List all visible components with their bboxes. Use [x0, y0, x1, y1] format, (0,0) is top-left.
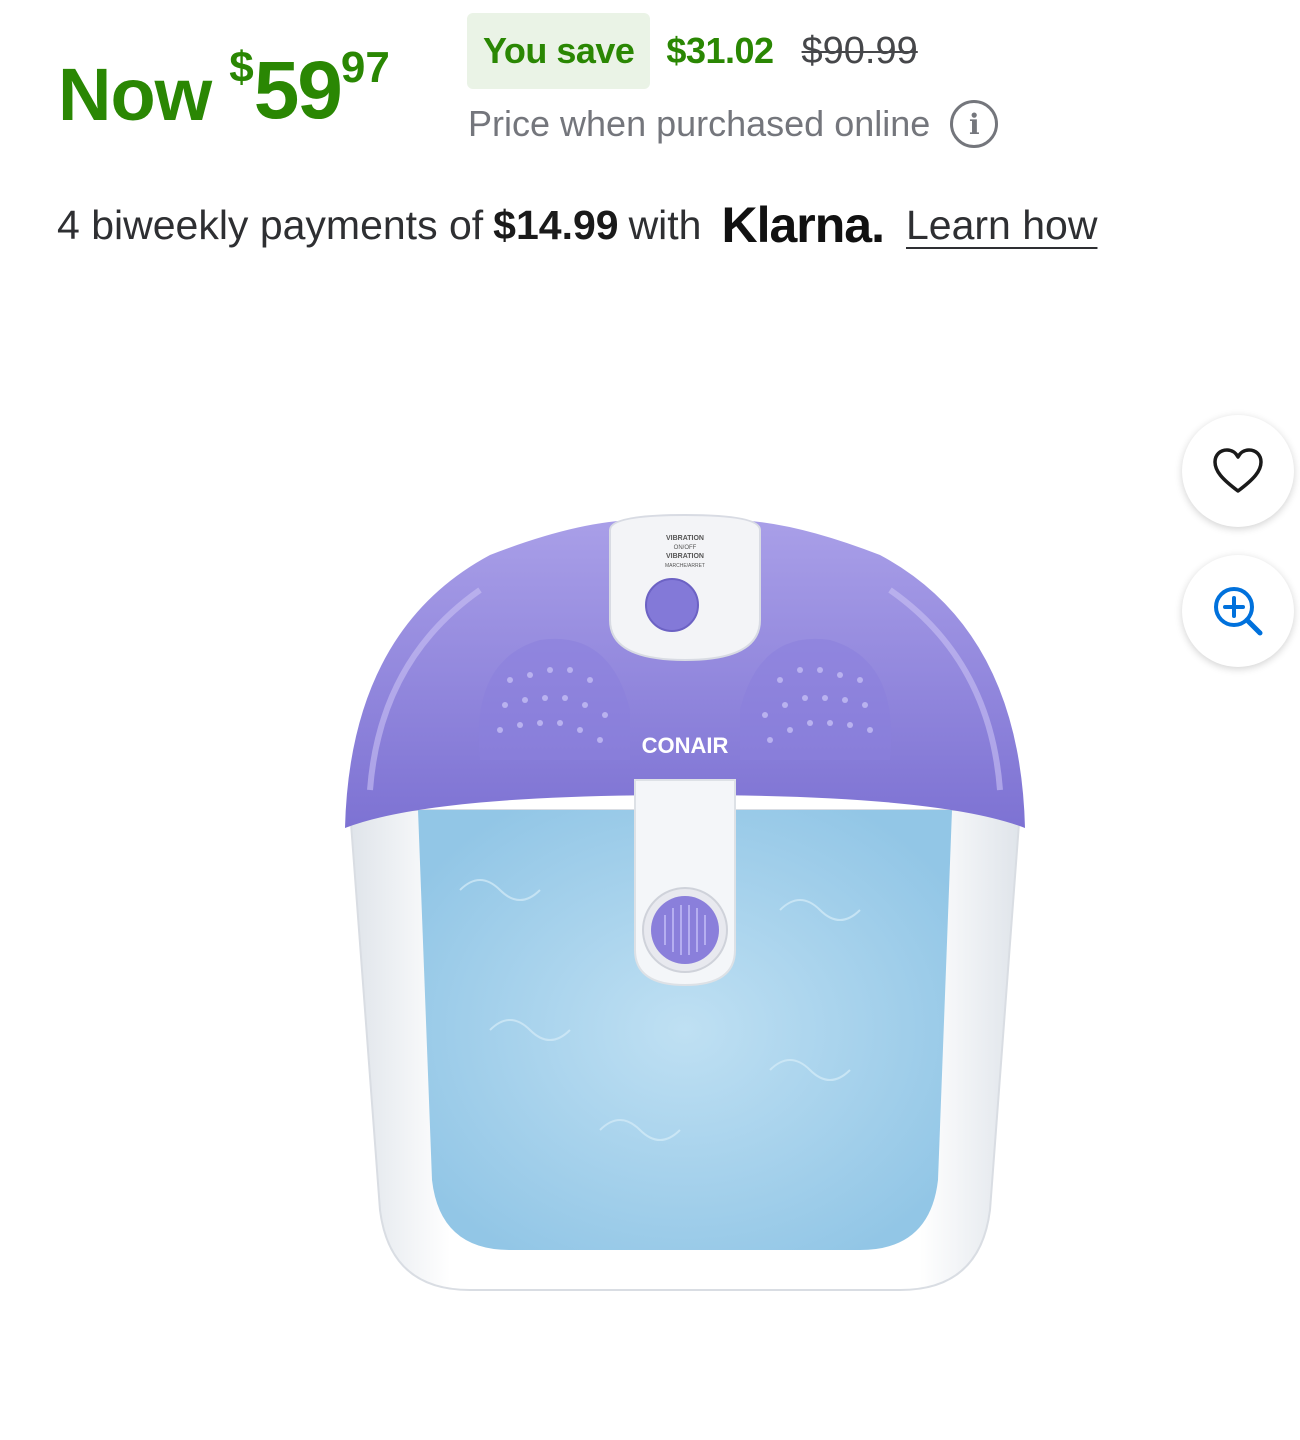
currency-symbol: $	[229, 43, 254, 92]
financing-row: 4 biweekly payments of $14.99 with Klarn…	[57, 196, 1097, 254]
online-price-note-row: Price when purchased online i	[468, 100, 999, 148]
product-page: Now $ 59 97 You save $31.02 $90.99 Price…	[0, 0, 1300, 1440]
button-label-2: ON/OFF	[674, 545, 697, 551]
current-price: Now $ 59 97	[58, 38, 390, 132]
now-label: Now	[58, 53, 212, 136]
price-dollars: 59	[253, 45, 343, 136]
financing-prefix: 4 biweekly payments of	[57, 201, 484, 248]
zoom-in-icon	[1214, 587, 1263, 636]
zoom-button[interactable]	[1182, 555, 1294, 667]
heart-icon	[1213, 448, 1263, 493]
product-image[interactable]: VIBRATION ON/OFF VIBRATION MARCHE/ARRET …	[340, 510, 1030, 1300]
favorite-button[interactable]	[1182, 415, 1294, 527]
button-label-4: MARCHE/ARRET	[665, 563, 705, 569]
button-label-1: VIBRATION	[666, 535, 704, 542]
you-save-badge: You save	[467, 13, 651, 89]
financing-with: with	[628, 201, 702, 248]
financing-amount: $14.99	[493, 201, 619, 248]
price-cents: 97	[340, 43, 390, 92]
klarna-logo: Klarna.	[721, 197, 885, 253]
online-price-note: Price when purchased online	[468, 103, 931, 144]
info-icon[interactable]: i	[950, 100, 999, 148]
save-amount: $31.02	[666, 30, 774, 71]
was-price: $90.99	[801, 29, 918, 72]
brand-logo-text: CONAIR	[642, 733, 729, 758]
button-label-3: VIBRATION	[666, 553, 704, 560]
learn-how-link[interactable]: Learn how	[906, 202, 1097, 249]
foot-spa-illustration: VIBRATION ON/OFF VIBRATION MARCHE/ARRET …	[345, 513, 1025, 1291]
savings-row: You save $31.02 $90.99	[467, 13, 918, 89]
